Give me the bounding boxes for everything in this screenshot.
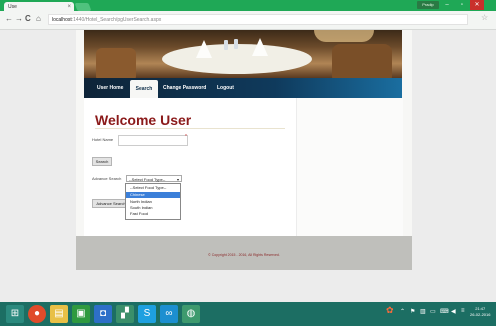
tray-app-icon[interactable]: ✿ [386,305,394,316]
skype-icon[interactable]: S [138,305,156,323]
tray-network-icon[interactable]: ▥ [420,308,426,315]
food-type-dropdown: --Select Food Type-- Chinese North India… [125,183,181,220]
maximize-button[interactable]: ▫ [455,0,469,10]
photos-icon[interactable]: ∞ [160,305,178,323]
tray-flag-icon[interactable]: ⚑ [410,308,415,315]
reload-icon[interactable]: C [25,13,31,25]
food-type-select[interactable]: --Select Food Type-- ▾ [126,175,182,182]
food-option[interactable]: Chinese [126,192,180,198]
visual-studio-icon[interactable]: ▞ [116,305,134,323]
food-option[interactable]: --Select Food Type-- [126,185,180,191]
tray-chevron-icon[interactable]: ⌃ [400,308,405,315]
side-column [296,98,403,236]
tab-title: Use [8,4,17,10]
chevron-down-icon: ▾ [176,177,179,182]
address-bar[interactable]: localhost:1440/Hotel_Search/pgUserSearch… [48,14,468,25]
url-path: :1440/Hotel_Search/pgUserSearch.aspx [71,17,162,23]
nav-logout[interactable]: Logout [217,78,234,98]
page-title: Welcome User [95,112,192,128]
minimize-button[interactable]: – [440,0,454,10]
tray-volume-icon[interactable]: ◀ [451,308,456,315]
tray-language-icon[interactable]: ≡ [461,308,465,314]
lamp-shape [314,30,374,42]
taskbar-clock[interactable]: 21:47 26-02-2016 [470,306,490,318]
windows-start-icon[interactable]: ⊞ [6,305,24,323]
food-type-select-value: --Select Food Type-- [129,177,166,182]
chrome-icon[interactable]: ● [28,305,46,323]
nav-user-home[interactable]: User Home [97,78,123,98]
file-explorer-icon[interactable]: ▤ [50,305,68,323]
title-divider [95,128,285,129]
new-tab-button[interactable] [74,3,92,11]
forward-icon[interactable]: → [15,13,23,25]
nav-search[interactable]: Search [130,80,158,98]
tray-battery-icon[interactable]: ▭ [430,308,436,315]
url-host: localhost [52,17,72,23]
close-window-button[interactable]: ✕ [470,0,484,10]
home-icon[interactable]: ⌂ [36,13,41,25]
copyright-text: © Copyright 2015 - 2016, All Rights Rese… [208,253,280,257]
drawing-icon[interactable]: ◍ [182,305,200,323]
chair-shape [96,48,136,78]
glass-shape [224,40,228,50]
back-icon[interactable]: ← [5,13,13,25]
outlook-icon[interactable]: ◘ [94,305,112,323]
tray-keyboard-icon[interactable]: ⌨ [440,308,449,315]
hotel-name-input[interactable] [118,135,188,146]
nav-change-password[interactable]: Change Password [163,78,206,98]
search-button[interactable]: Search [92,157,112,166]
hotel-name-label: Hotel Name [92,137,114,142]
hotel-banner-image [84,30,402,78]
chair-shape [332,44,392,78]
advance-search-label: Advance Search [92,176,122,181]
office-icon[interactable]: ▣ [72,305,90,323]
required-marker: * [185,134,187,140]
clock-date: 26-02-2016 [470,312,491,317]
food-option[interactable]: Fast Food [126,211,180,217]
profile-button[interactable]: Pradip [417,1,439,9]
glass-shape [234,39,238,49]
bookmark-star-icon[interactable]: ☆ [481,13,488,22]
